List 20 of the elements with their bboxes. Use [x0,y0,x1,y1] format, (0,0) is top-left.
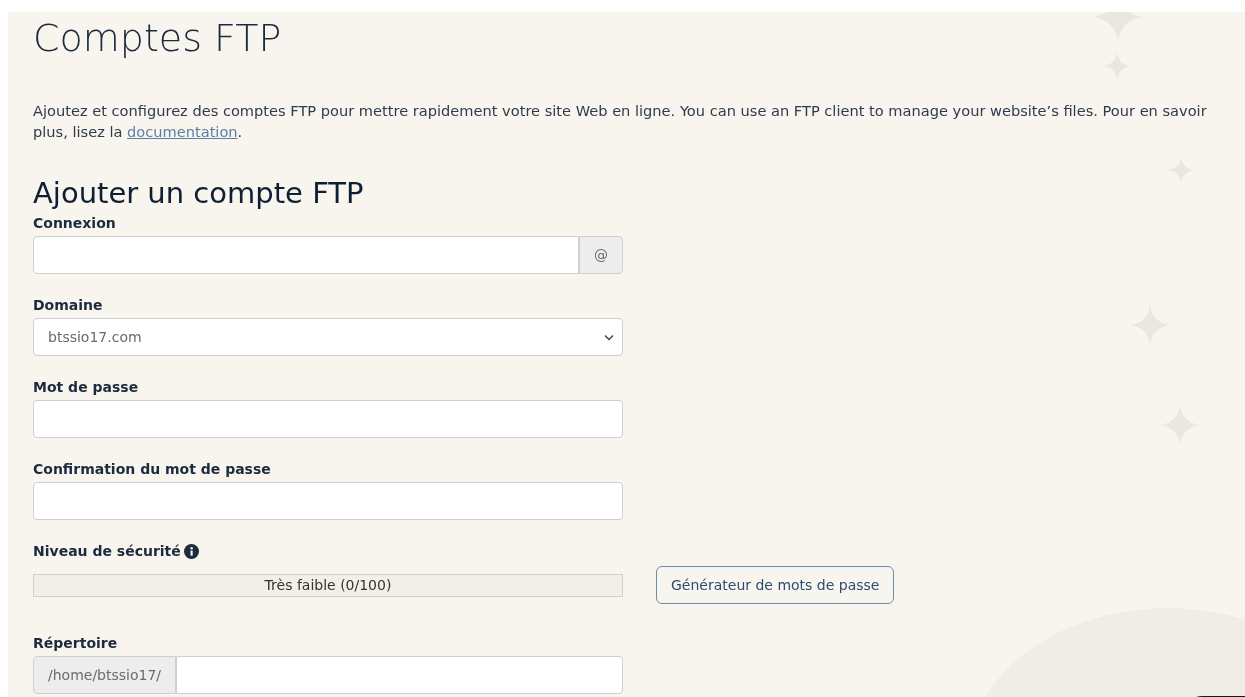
directory-prefix: /home/btssio17/ [33,656,177,694]
field-label: Domaine [33,297,103,313]
field-label: Mot de passe [33,379,139,395]
documentation-link[interactable]: documentation [127,123,238,140]
field-label: Connexion [33,215,116,231]
at-addon: @ [579,236,623,274]
field-label: Répertoire [33,635,118,651]
password-generator-button[interactable]: Générateur de mots de passe [656,566,895,604]
password-field[interactable] [33,400,623,438]
form-title: Ajouter un compte FTP [33,176,364,210]
strength-reading: Très faible (0/100) [264,577,392,593]
login-field[interactable] [33,236,579,274]
intro-paragraph: Ajoutez et configurez des comptes FTP pour mettre rapidement votre site Web en ligne. You can use an FTP client to manage your website’s files. Pour en savoir plus, lisez la documentation. [33,101,1208,142]
field-label: Confirmation du mot de passe [33,461,271,477]
directory-field[interactable] [176,656,623,694]
field-label: Niveau de sécurité [33,543,181,559]
domain-select[interactable]: btssio17.com [33,318,623,356]
password-field[interactable] [33,482,623,520]
page-title: Comptes FTP [33,15,282,60]
chevron-down-icon [604,333,614,341]
